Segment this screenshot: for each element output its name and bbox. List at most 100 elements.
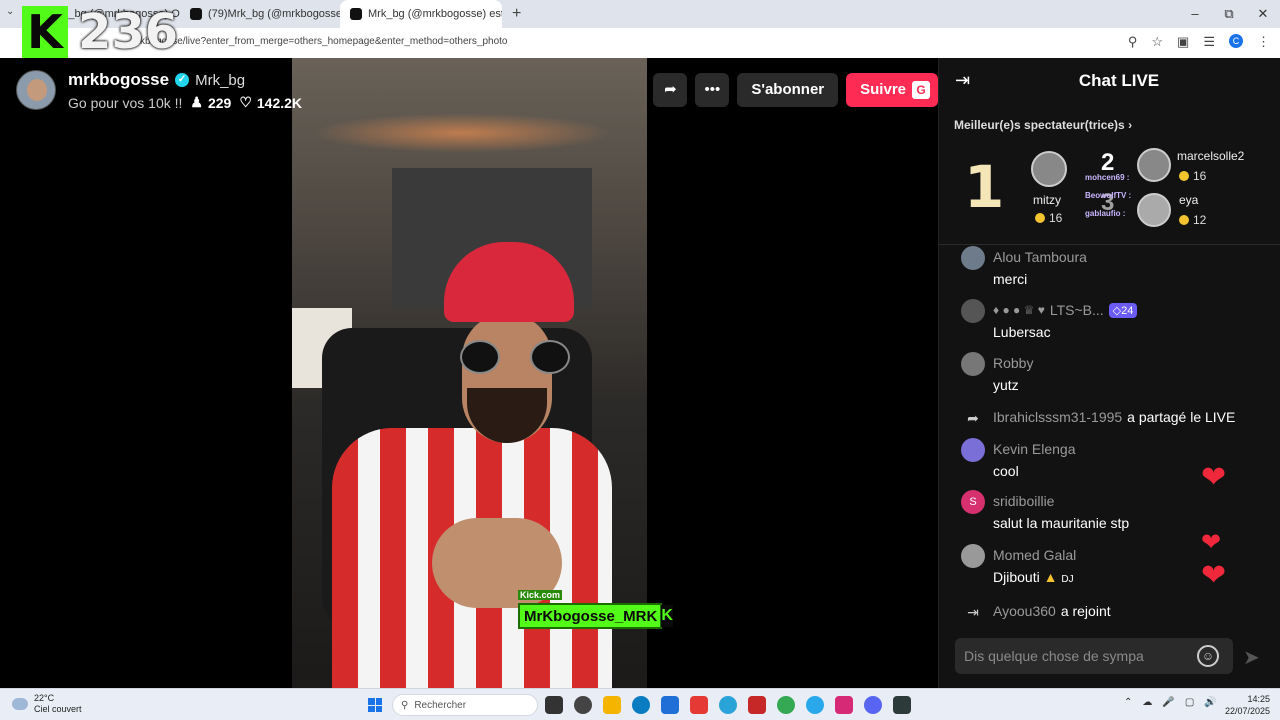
- telegram-icon[interactable]: [806, 696, 824, 714]
- message-username[interactable]: Momed Galal: [993, 547, 1076, 563]
- subscribe-button[interactable]: S'abonner: [737, 73, 839, 107]
- close-window-icon[interactable]: ✕: [1246, 0, 1280, 28]
- live-actions: ➦ ••• S'abonner Suivre G: [653, 73, 938, 107]
- coin-icon: [1179, 171, 1189, 181]
- volume-icon[interactable]: 🔊: [1204, 697, 1216, 708]
- rank-3-name[interactable]: eya: [1179, 193, 1198, 207]
- streamer-avatar[interactable]: [16, 70, 56, 110]
- user-avatar[interactable]: [961, 544, 985, 568]
- microphone-icon[interactable]: 🎤: [1162, 697, 1174, 708]
- extensions-icon[interactable]: ▣: [1177, 34, 1189, 50]
- streamer-handle[interactable]: Mrk_bg: [195, 72, 245, 89]
- follow-button[interactable]: Suivre G: [846, 73, 938, 107]
- rank-2-coins: 16: [1179, 169, 1206, 183]
- top-viewers-label: Meilleur(e)s spectateur(trice)s: [954, 118, 1125, 132]
- message-suffix: DJ: [1061, 574, 1074, 585]
- more-options-button[interactable]: •••: [695, 73, 730, 107]
- floating-heart-icon: ❤: [1201, 461, 1227, 494]
- rank-1-avatar[interactable]: [1031, 151, 1067, 187]
- chat-divider: [939, 244, 1280, 245]
- zoom-icon[interactable]: ⚲: [1128, 34, 1138, 50]
- ceiling-light: [312, 113, 612, 153]
- display-icon[interactable]: ▢: [1185, 697, 1194, 708]
- task-view-icon[interactable]: [545, 696, 563, 714]
- rank-2-avatar[interactable]: [1137, 148, 1171, 182]
- taskbar-clock[interactable]: 14:25 22/07/2025: [1225, 693, 1270, 717]
- level-badge: ◇24: [1108, 302, 1138, 318]
- kick-tag-bar: MrKbogosse_MRK K: [518, 603, 673, 629]
- live-stage: [0, 58, 938, 688]
- weather-widget[interactable]: 22°C Ciel couvert: [12, 693, 82, 715]
- rank-1-coin-value: 16: [1049, 211, 1063, 225]
- rank-3-avatar[interactable]: [1137, 193, 1171, 227]
- app-icon[interactable]: [574, 696, 592, 714]
- user-avatar[interactable]: [961, 352, 985, 376]
- start-button-icon[interactable]: [368, 698, 382, 712]
- more-menu-icon[interactable]: ⋮: [1257, 34, 1270, 50]
- search-icon: ⚲: [401, 699, 409, 711]
- sunglasses: [460, 340, 570, 374]
- verified-badge-icon: ✓: [175, 73, 190, 87]
- message-username[interactable]: Ayoou360: [993, 603, 1056, 619]
- new-tab-button[interactable]: +: [502, 5, 531, 23]
- app-icon[interactable]: [690, 696, 708, 714]
- message-text: Djibouti: [993, 569, 1040, 585]
- edge-icon[interactable]: [632, 696, 650, 714]
- emoji-picker-icon[interactable]: ☺: [1197, 645, 1219, 667]
- message-username[interactable]: Kevin Elenga: [993, 441, 1076, 457]
- profile-avatar[interactable]: C: [1229, 34, 1243, 48]
- message-username[interactable]: Ibrahiclsssm31-1995: [993, 409, 1122, 425]
- chevron-right-icon: ›: [1128, 118, 1133, 132]
- like-count-value: 142.2K: [256, 94, 303, 111]
- user-avatar[interactable]: [961, 438, 985, 462]
- user-avatar[interactable]: [961, 246, 985, 270]
- user-avatar[interactable]: [961, 299, 985, 323]
- kick-tag-logo-icon: K: [661, 605, 673, 627]
- chat-input[interactable]: [955, 638, 1185, 674]
- terminal-icon[interactable]: [893, 696, 911, 714]
- chrome-icon[interactable]: [777, 696, 795, 714]
- weather-condition: Ciel couvert: [34, 704, 82, 714]
- restore-icon[interactable]: ⧉: [1212, 0, 1246, 28]
- bookmark-star-icon[interactable]: ☆: [1151, 34, 1163, 50]
- message-username[interactable]: sridiboillie: [993, 493, 1054, 509]
- rank-1-name[interactable]: mitzy: [1033, 193, 1061, 207]
- rank-3-coins: 12: [1179, 213, 1206, 227]
- system-row: Ibrahiclsssm31-1995 a partagé le LIVE: [993, 409, 1235, 425]
- cloud-icon: [12, 698, 28, 710]
- rank-2-coin-value: 16: [1193, 169, 1207, 183]
- clock-date: 22/07/2025: [1224, 706, 1270, 716]
- rank-1-number: 1: [964, 153, 1005, 221]
- mcafee-icon[interactable]: [748, 696, 766, 714]
- browser-tab-3[interactable]: Mrk_bg (@mrkbogosse) est 🔊 ×: [340, 0, 502, 28]
- browser-tab-2[interactable]: (79)Mrk_bg (@mrkbogosse) Of ×: [180, 0, 340, 28]
- system-row: Ayoou360 a rejoint: [993, 603, 1111, 619]
- message-username-row[interactable]: ♦ ● ● ♕ ♥ LTS~B... ◇24: [993, 302, 1138, 318]
- top-viewers-link[interactable]: Meilleur(e)s spectateur(trice)s ›: [954, 118, 1132, 132]
- store-icon[interactable]: [661, 696, 679, 714]
- network-icon[interactable]: ☁: [1142, 697, 1152, 708]
- message-username[interactable]: Alou Tamboura: [993, 249, 1087, 265]
- kick-viewer-overlay: K 236: [22, 4, 182, 60]
- taskbar-search[interactable]: ⚲ Rechercher: [392, 694, 538, 716]
- minimize-icon[interactable]: –: [1178, 0, 1212, 28]
- taskbar-search-label: Rechercher: [414, 699, 467, 711]
- app-icon[interactable]: [719, 696, 737, 714]
- user-avatar[interactable]: S: [961, 490, 985, 514]
- discord-icon[interactable]: [864, 696, 882, 714]
- url-text[interactable]: kbogosse/live?enter_from_merge=others_ho…: [140, 36, 507, 47]
- praying-emoji-icon: ▲: [1043, 569, 1058, 585]
- share-icon: ➦: [967, 410, 979, 426]
- streamer-display-name[interactable]: mrkbogosse: [68, 70, 169, 90]
- heart-outline-icon: ♡: [239, 94, 252, 110]
- message-username[interactable]: Robby: [993, 355, 1033, 371]
- rank-2-name[interactable]: marcelsolle2: [1177, 149, 1244, 163]
- media-control-icon[interactable]: ☰: [1203, 34, 1215, 50]
- tab-search-icon[interactable]: ⌄: [6, 6, 14, 17]
- file-explorer-icon[interactable]: [603, 696, 621, 714]
- send-icon[interactable]: ➤: [1243, 645, 1260, 670]
- share-button[interactable]: ➦: [653, 73, 688, 107]
- chevron-up-icon[interactable]: ⌃: [1124, 697, 1132, 708]
- kick-viewer-count: 236: [78, 4, 179, 60]
- instagram-icon[interactable]: [835, 696, 853, 714]
